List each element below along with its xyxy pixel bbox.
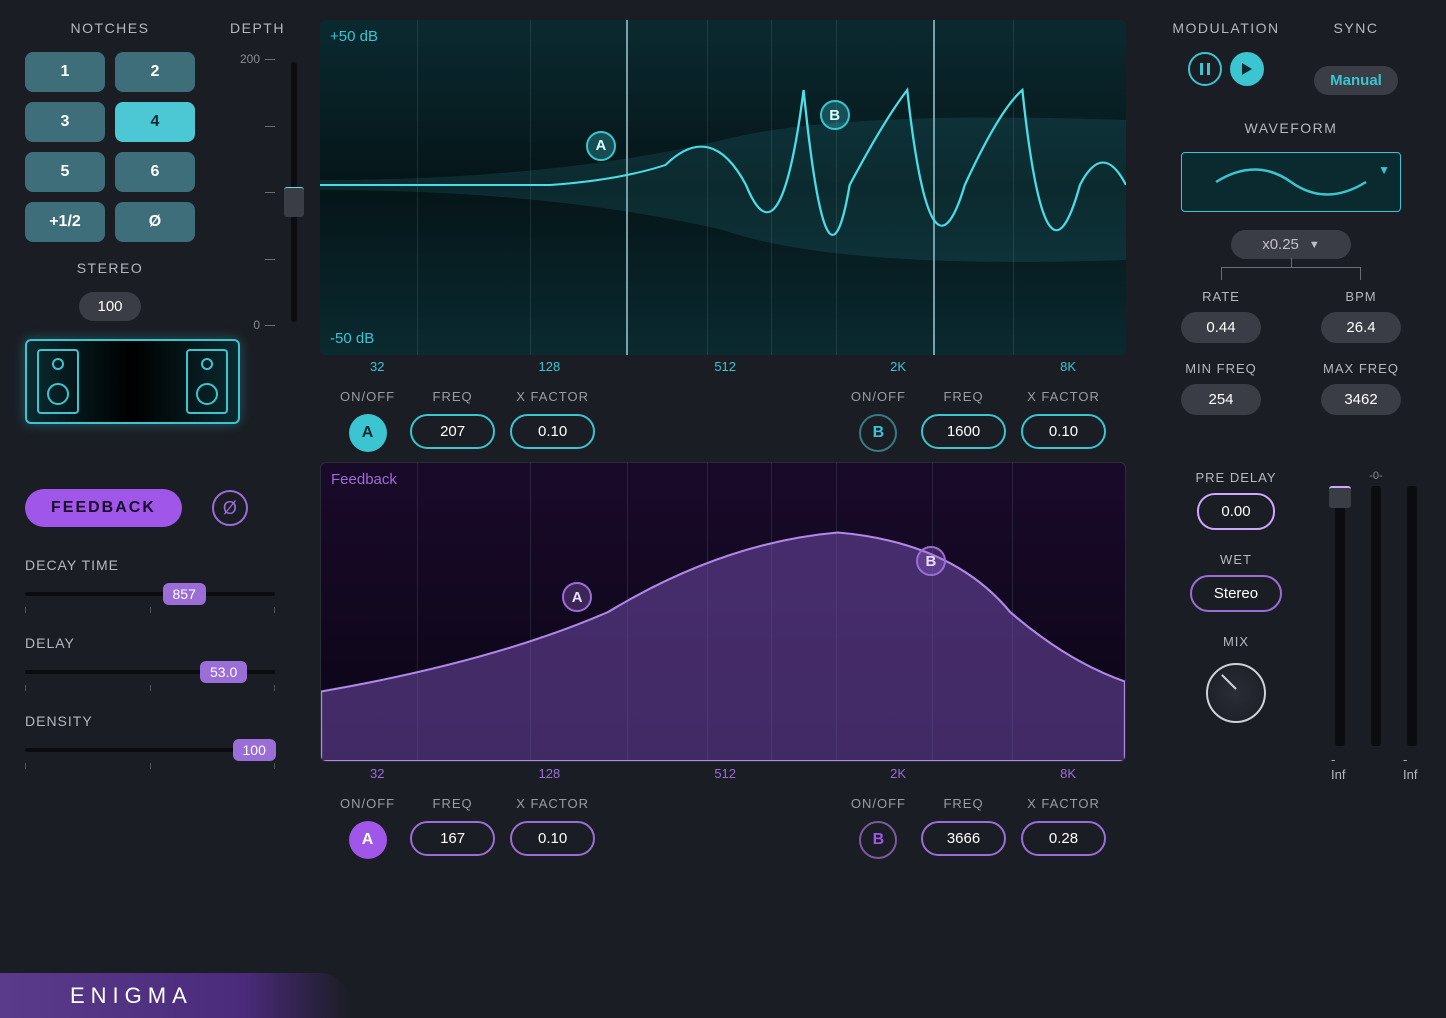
predelay-label: PRE DELAY	[1195, 470, 1276, 485]
feedback-graph[interactable]: Feedback A B	[320, 462, 1126, 762]
feedback-b-xfactor[interactable]: 0.28	[1021, 821, 1106, 856]
filter-freq-axis: 32 128 512 2K 8K	[320, 359, 1126, 381]
notch-5-button[interactable]: 5	[25, 152, 105, 192]
wet-label: WET	[1220, 552, 1252, 567]
max-freq-value[interactable]: 3462	[1321, 384, 1401, 415]
notch-grid: 1 2 3 4 5 6 +1/2 Ø	[25, 52, 195, 242]
filter-b-toggle[interactable]: B	[859, 414, 897, 452]
depth-label: DEPTH	[230, 20, 285, 36]
notch-3-button[interactable]: 3	[25, 102, 105, 142]
bpm-value[interactable]: 26.4	[1321, 312, 1401, 343]
density-slider[interactable]: 100	[25, 739, 275, 761]
delay-thumb[interactable]: 53.0	[200, 661, 247, 683]
mix-knob[interactable]	[1206, 663, 1266, 723]
filter-b-xfactor[interactable]: 0.10	[1021, 414, 1106, 449]
density-thumb[interactable]: 100	[233, 739, 276, 761]
delay-label: DELAY	[25, 635, 285, 651]
feedback-a-toggle[interactable]: A	[349, 821, 387, 859]
notch-6-button[interactable]: 6	[115, 152, 195, 192]
sync-label: SYNC	[1291, 20, 1421, 36]
feedback-a-xfactor[interactable]: 0.10	[510, 821, 595, 856]
play-button[interactable]	[1230, 52, 1264, 86]
filter-a-toggle[interactable]: A	[349, 414, 387, 452]
feedback-a-freq[interactable]: 167	[410, 821, 495, 856]
delay-slider[interactable]: 53.0	[25, 661, 275, 683]
stereo-label: STEREO	[25, 260, 195, 276]
filter-node-a[interactable]: A	[586, 131, 616, 161]
filter-a-xfactor[interactable]: 0.10	[510, 414, 595, 449]
modulation-label: MODULATION	[1161, 20, 1291, 36]
center-panel: +50 dB -50 dB A B 32 128 512 2K 8K ON/OF…	[310, 0, 1136, 1018]
filter-graph[interactable]: +50 dB -50 dB A B	[320, 20, 1126, 355]
depth-slider-thumb[interactable]	[284, 187, 304, 217]
notches-label: NOTCHES	[25, 20, 195, 36]
notch-4-button[interactable]: 4	[115, 102, 195, 142]
predelay-value[interactable]: 0.00	[1197, 493, 1274, 530]
footer-bar: ENIGMA	[0, 973, 350, 1018]
feedback-curve	[321, 463, 1125, 761]
notch-1-button[interactable]: 1	[25, 52, 105, 92]
output-meter-2	[1407, 486, 1417, 746]
rate-label: RATE	[1161, 289, 1281, 304]
multiplier-selector[interactable]: x0.25 ▼	[1231, 230, 1351, 259]
meter-1-value: -Inf	[1331, 752, 1349, 782]
stereo-speaker-display[interactable]	[25, 339, 240, 424]
feedback-toggle-button[interactable]: FEEDBACK	[25, 489, 182, 527]
mix-label: MIX	[1223, 634, 1249, 649]
filter-a-freq[interactable]: 207	[410, 414, 495, 449]
wet-mode-button[interactable]: Stereo	[1190, 575, 1282, 612]
decay-time-thumb[interactable]: 857	[163, 583, 206, 605]
filter-curve	[320, 20, 1126, 355]
feedback-freq-axis: 32 128 512 2K 8K	[320, 766, 1126, 788]
decay-time-label: DECAY TIME	[25, 557, 285, 573]
meter-zero-label: -0-	[1369, 470, 1382, 482]
meter-2-value: -Inf	[1403, 752, 1421, 782]
dropdown-arrow-icon: ▼	[1378, 163, 1390, 177]
left-panel: NOTCHES 1 2 3 4 5 6 +1/2 Ø STEREO 100	[0, 0, 310, 1018]
stereo-value[interactable]: 100	[79, 292, 140, 321]
feedback-b-freq[interactable]: 3666	[921, 821, 1006, 856]
waveform-selector[interactable]: ▼	[1181, 152, 1401, 212]
rate-value[interactable]: 0.44	[1181, 312, 1261, 343]
notch-2-button[interactable]: 2	[115, 52, 195, 92]
pause-icon	[1200, 63, 1210, 75]
notch-half-button[interactable]: +1/2	[25, 202, 105, 242]
filter-bands-row: ON/OFF A FREQ 207 X FACTOR 0.10 ON/OFF B…	[320, 389, 1126, 452]
feedback-b-toggle[interactable]: B	[859, 821, 897, 859]
output-fader-1[interactable]	[1335, 486, 1345, 746]
feedback-phase-button[interactable]: Ø	[212, 490, 248, 526]
max-freq-label: MAX FREQ	[1301, 361, 1421, 376]
output-meter-1	[1371, 486, 1381, 746]
output-fader-1-thumb[interactable]	[1329, 486, 1351, 508]
decay-time-slider[interactable]: 857	[25, 583, 275, 605]
feedback-bands-row: ON/OFF A FREQ 167 X FACTOR 0.10 ON/OFF B…	[320, 796, 1126, 859]
plugin-title: ENIGMA	[70, 983, 193, 1009]
min-freq-value[interactable]: 254	[1181, 384, 1261, 415]
play-icon	[1242, 63, 1252, 75]
depth-slider[interactable]	[291, 62, 297, 322]
sync-mode-button[interactable]: Manual	[1314, 66, 1398, 95]
pause-button[interactable]	[1188, 52, 1222, 86]
filter-b-freq[interactable]: 1600	[921, 414, 1006, 449]
dropdown-arrow-icon: ▼	[1309, 239, 1320, 251]
min-freq-label: MIN FREQ	[1161, 361, 1281, 376]
notch-phase-button[interactable]: Ø	[115, 202, 195, 242]
waveform-label: WAVEFORM	[1161, 120, 1421, 136]
right-panel: MODULATION SYNC Manual WAVEFORM	[1136, 0, 1446, 1018]
bpm-label: BPM	[1301, 289, 1421, 304]
sine-wave-icon	[1211, 162, 1371, 202]
depth-scale: 200 0	[240, 52, 275, 332]
filter-node-b[interactable]: B	[820, 100, 850, 130]
density-label: DENSITY	[25, 713, 285, 729]
